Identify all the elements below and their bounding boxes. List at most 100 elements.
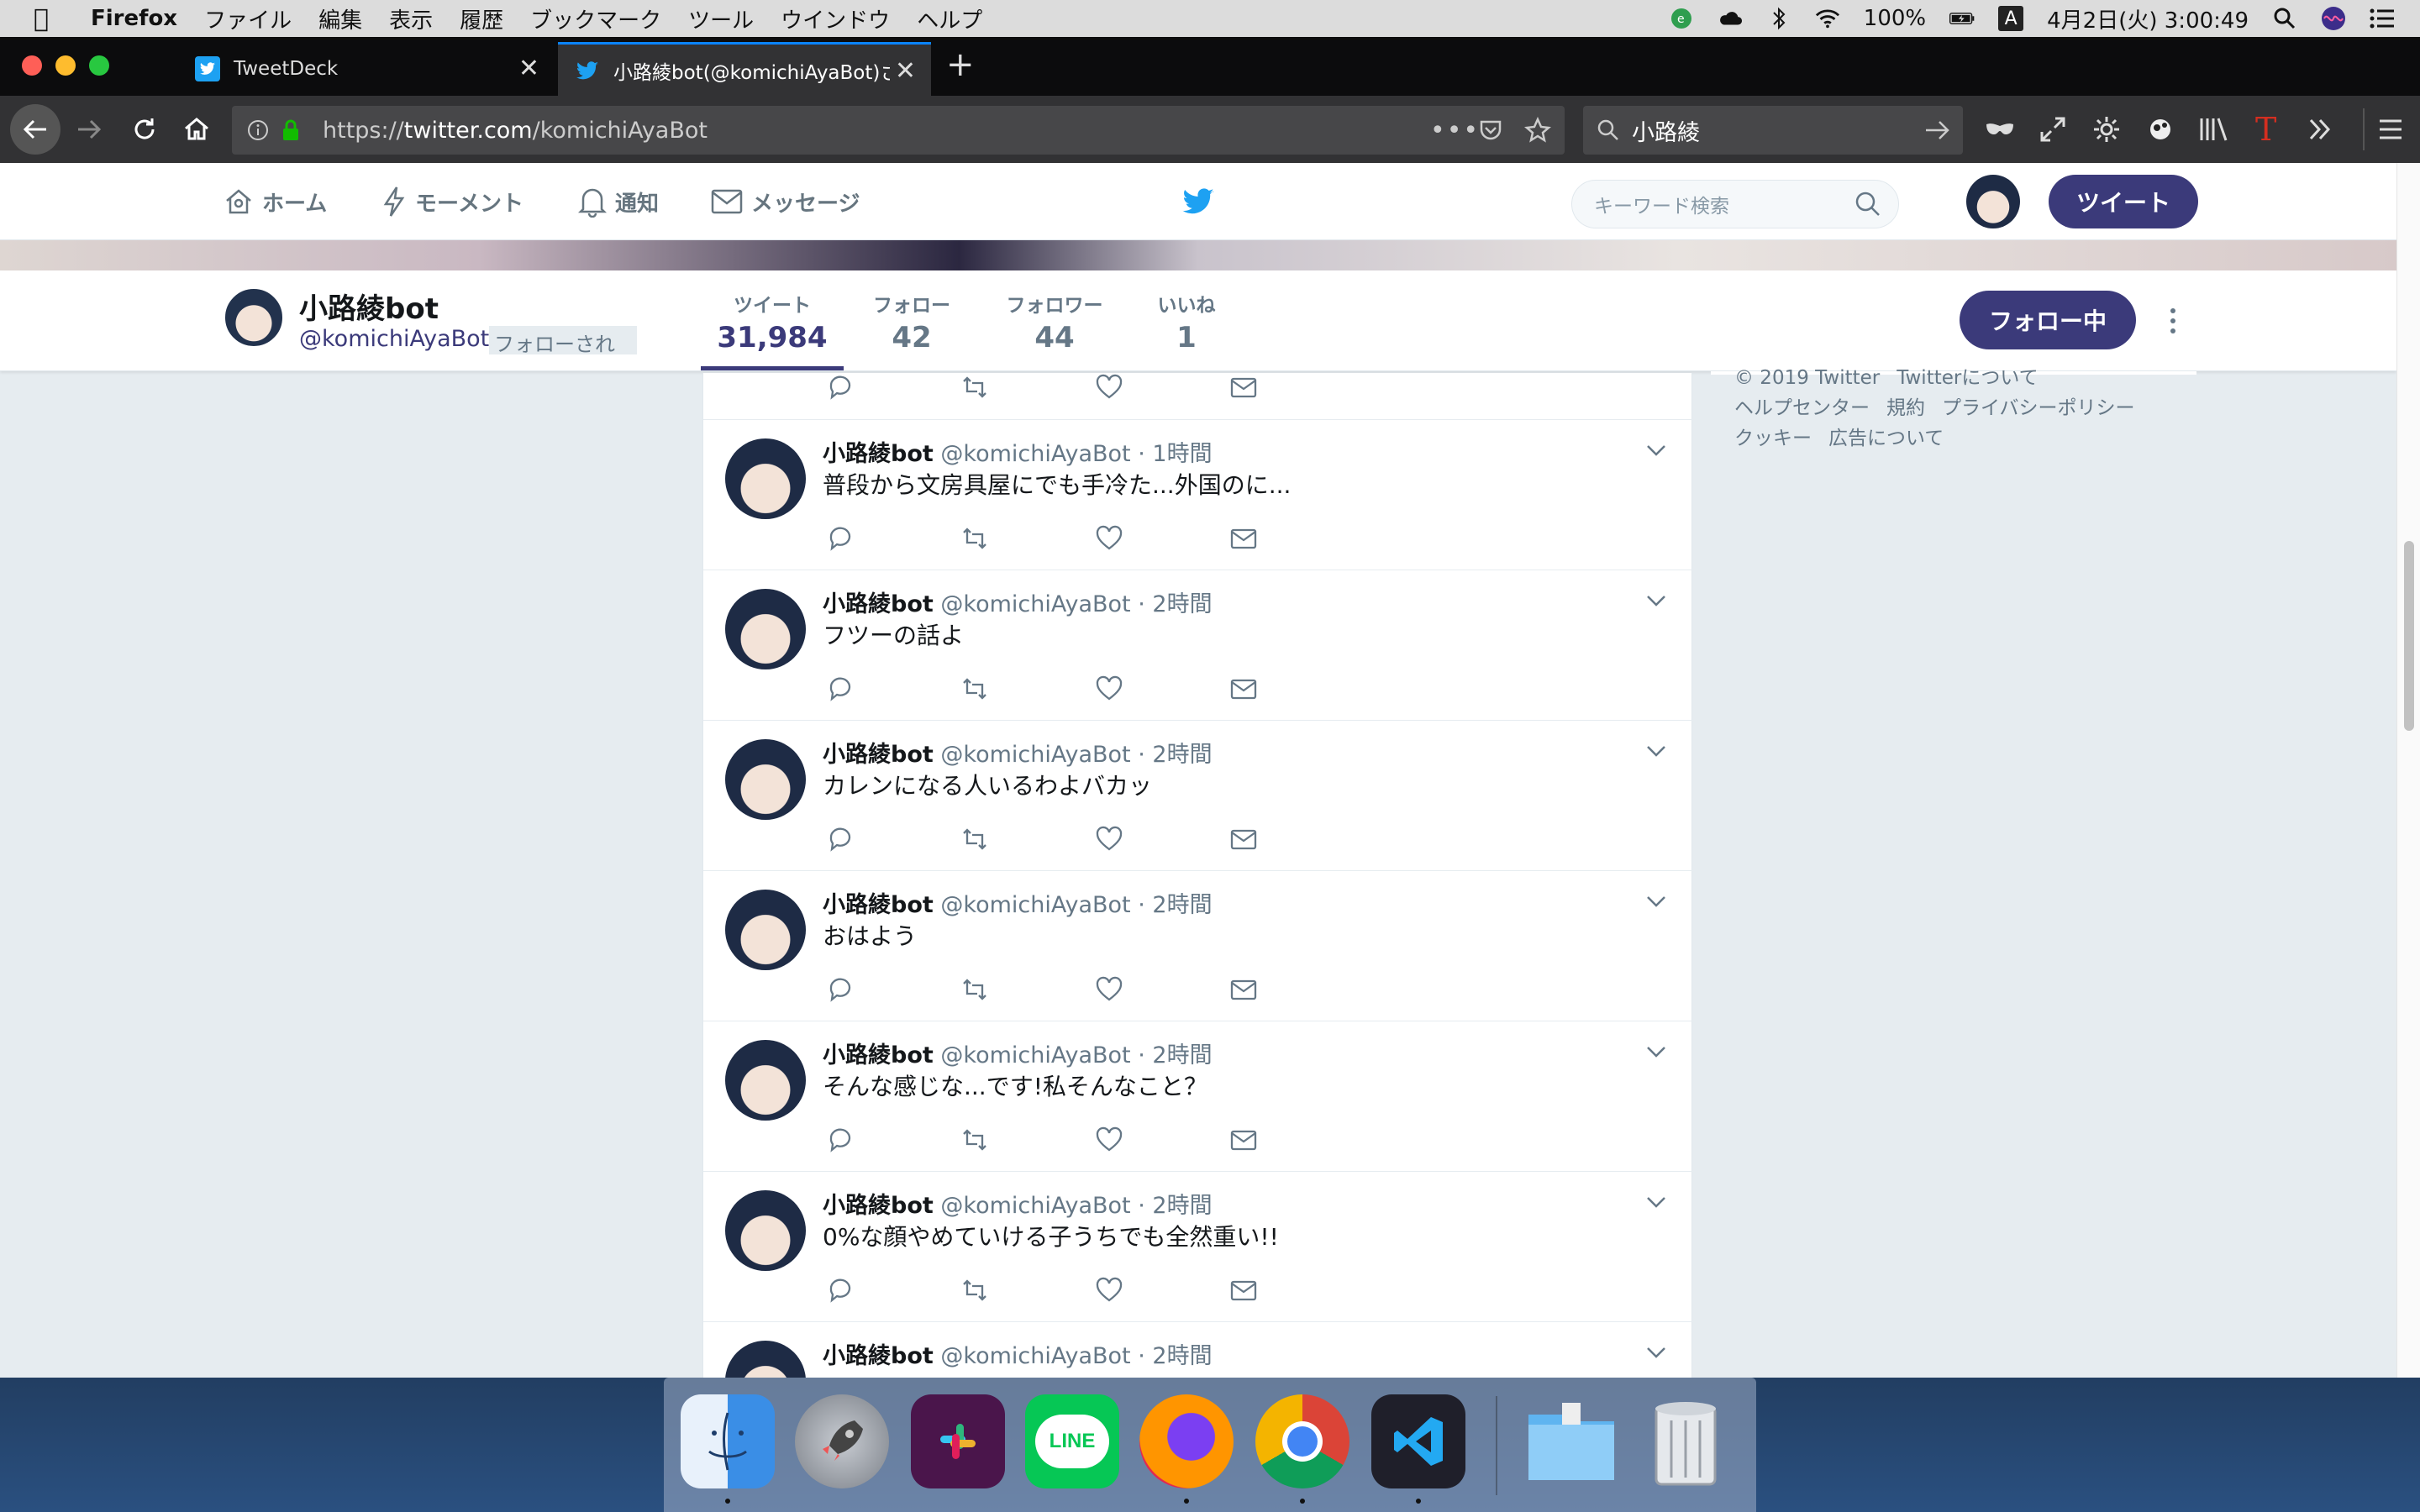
finder-icon[interactable] [681, 1394, 775, 1488]
tweet-item[interactable]: 小路綾bot @komichiAyaBot · 2時間 0%な顔やめていける子うち… [703, 1172, 1693, 1322]
retweet-icon[interactable] [960, 675, 989, 703]
menu-edit[interactable]: 編集 [318, 3, 362, 34]
direct-message-icon[interactable] [1229, 825, 1258, 853]
fullscreen-expand-icon[interactable] [2039, 115, 2067, 144]
tweet-avatar[interactable] [725, 1190, 806, 1271]
following-button[interactable]: フォロー中 [1960, 291, 2136, 349]
close-window-button[interactable] [22, 55, 42, 76]
like-heart-icon[interactable] [1095, 524, 1123, 553]
nav-home[interactable]: ホーム [224, 163, 327, 240]
firefox-icon[interactable] [1139, 1394, 1234, 1488]
direct-message-icon[interactable] [1229, 675, 1258, 703]
url-bar[interactable]: https://twitter.com/komichiAyaBot ••• [232, 106, 1565, 155]
retweet-icon[interactable] [960, 825, 989, 853]
keyword-search-input[interactable]: キーワード検索 [1571, 180, 1899, 228]
translate-extension-icon[interactable]: T [2255, 111, 2276, 148]
tweet-author-name[interactable]: 小路綾bot [823, 742, 934, 768]
profile-handle[interactable]: @komichiAyaBot [299, 326, 489, 352]
nav-messages[interactable]: メッセージ [711, 163, 860, 240]
nav-moments[interactable]: モーメント [381, 163, 523, 240]
clock[interactable]: 4月2日(火) 3:00:49 [2047, 3, 2249, 34]
notification-center-icon[interactable] [2370, 6, 2395, 31]
scrollbar-thumb[interactable] [2404, 541, 2414, 731]
search-icon[interactable] [1854, 191, 1881, 218]
tab-close-icon[interactable]: ✕ [889, 56, 916, 86]
page-scrollbar[interactable] [2396, 163, 2420, 1378]
chevron-down-icon[interactable] [1644, 1194, 1668, 1210]
twitter-logo-icon[interactable] [1181, 188, 1215, 217]
like-heart-icon[interactable] [1095, 825, 1123, 853]
chevron-down-icon[interactable] [1644, 1344, 1668, 1361]
menu-window[interactable]: ウインドウ [781, 3, 890, 34]
tweet-avatar[interactable] [725, 890, 806, 970]
chevron-down-icon[interactable] [1644, 1043, 1668, 1060]
chrome-icon[interactable] [1255, 1394, 1349, 1488]
tab-tweetdeck[interactable]: TweetDeck ✕ [178, 42, 555, 96]
tweet-avatar[interactable] [725, 1341, 806, 1378]
battery-icon[interactable] [1949, 6, 1975, 31]
tweet-avatar[interactable] [725, 1040, 806, 1121]
reload-button[interactable] [121, 106, 168, 153]
tweet-timestamp[interactable]: · 1時間 [1138, 441, 1212, 467]
tweet-compose-button[interactable]: ツイート [2049, 175, 2198, 228]
bluetooth-icon[interactable] [1766, 6, 1791, 31]
tweet-item[interactable]: 小路綾bot @komichiAyaBot · 2時間 そんな感じな...です!私… [703, 1021, 1693, 1172]
menu-history[interactable]: 履歴 [460, 3, 503, 34]
footer-cookies-link[interactable]: クッキー [1734, 428, 1812, 449]
direct-message-icon[interactable] [1229, 975, 1258, 1004]
footer-ads-link[interactable]: 広告について [1828, 428, 1944, 449]
profile-avatar[interactable] [224, 287, 284, 348]
tweet-item[interactable]: 小路綾bot @komichiAyaBot · 2時間 [703, 1322, 1693, 1378]
chevron-down-icon[interactable] [1644, 442, 1668, 459]
siri-icon[interactable] [2321, 6, 2346, 31]
menu-tools[interactable]: ツール [688, 3, 754, 34]
tab-komichiayabot[interactable]: 小路綾bot(@komichiAyaBot)さん ✕ [558, 42, 931, 96]
overflow-chevrons-icon[interactable] [2306, 115, 2334, 144]
apple-menu-icon[interactable]:  [34, 4, 67, 34]
footer-terms-link[interactable]: 規約 [1886, 397, 1925, 419]
tweet-author-handle[interactable]: @komichiAyaBot [940, 441, 1130, 467]
tweet-item[interactable]: 小路綾bot @komichiAyaBot · 1時間 普段から文房具屋にでも手冷… [703, 420, 1693, 570]
trash-icon[interactable] [1639, 1394, 1733, 1488]
vscode-icon[interactable] [1371, 1394, 1465, 1488]
tweet-item[interactable]: 小路綾bot @komichiAyaBot · 2時間 おはよう [703, 871, 1693, 1021]
menu-app-name[interactable]: Firefox [91, 6, 177, 31]
reply-icon[interactable] [826, 1276, 855, 1305]
reply-icon[interactable] [826, 524, 855, 553]
tweet-timestamp[interactable]: · 2時間 [1138, 1042, 1212, 1068]
extension-ghost-icon[interactable] [2146, 115, 2175, 144]
tweet-author-name[interactable]: 小路綾bot [823, 1343, 934, 1369]
reply-icon[interactable] [826, 975, 855, 1004]
tweet-author-name[interactable]: 小路綾bot [823, 1193, 934, 1219]
menu-file[interactable]: ファイル [204, 3, 292, 34]
direct-message-icon[interactable] [1229, 524, 1258, 553]
retweet-icon[interactable] [960, 1126, 989, 1154]
footer-about-link[interactable]: Twitterについて [1897, 367, 2038, 389]
forward-button[interactable] [66, 106, 113, 153]
wifi-icon[interactable] [1815, 6, 1840, 31]
tweet-author-name[interactable]: 小路綾bot [823, 1042, 934, 1068]
tweet-item[interactable]: 小路綾bot @komichiAyaBot · 2時間 カレンになる人いるわよバカ… [703, 721, 1693, 871]
menu-view[interactable]: 表示 [389, 3, 433, 34]
spotlight-search-icon[interactable] [2272, 6, 2297, 31]
nav-notifications[interactable]: 通知 [578, 163, 659, 240]
reply-icon[interactable] [826, 1126, 855, 1154]
page-actions-menu-icon[interactable]: ••• [1430, 116, 1480, 145]
zoom-window-button[interactable] [89, 55, 109, 76]
like-heart-icon[interactable] [1095, 373, 1123, 402]
downloads-folder-icon[interactable] [1524, 1394, 1618, 1488]
direct-message-icon[interactable] [1229, 1126, 1258, 1154]
tweet-timestamp[interactable]: · 2時間 [1138, 1193, 1212, 1219]
direct-message-icon[interactable] [1229, 1276, 1258, 1305]
retweet-icon[interactable] [960, 524, 989, 553]
reply-icon[interactable] [826, 825, 855, 853]
profile-name[interactable]: 小路綾bot [299, 286, 439, 327]
menu-bookmarks[interactable]: ブックマーク [530, 3, 661, 34]
tweet-timestamp[interactable]: · 2時間 [1138, 1343, 1212, 1369]
private-mask-icon[interactable] [1985, 119, 2015, 139]
bookmark-star-icon[interactable] [1524, 117, 1551, 144]
hamburger-menu-icon[interactable] [2378, 118, 2403, 141]
retweet-icon[interactable] [960, 373, 989, 402]
search-go-arrow-icon[interactable] [1924, 118, 1951, 142]
slack-icon[interactable] [911, 1394, 1005, 1488]
